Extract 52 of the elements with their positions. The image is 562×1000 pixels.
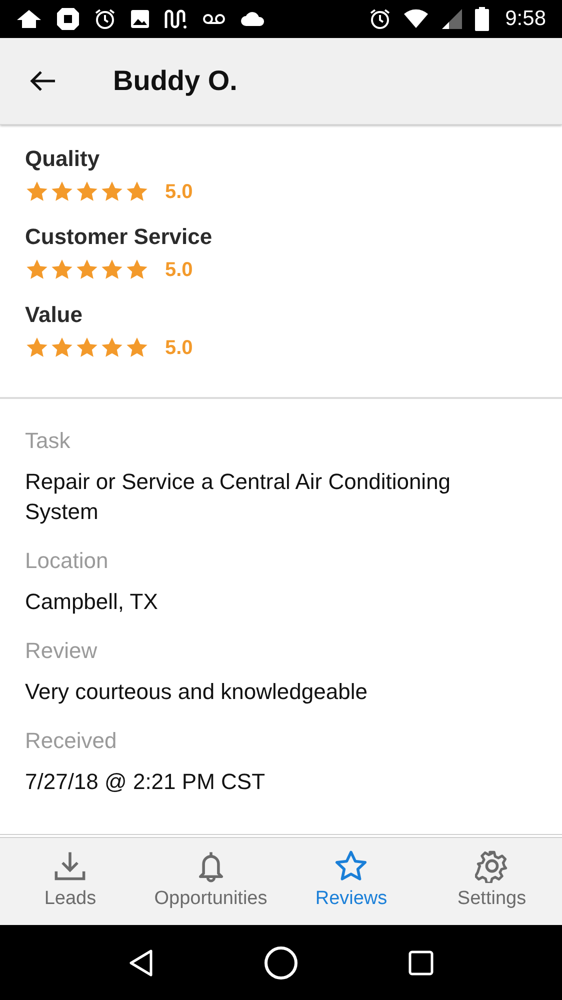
detail-label: Location — [25, 547, 110, 575]
detail-value: Repair or Service a Central Air Conditioning System — [25, 468, 452, 526]
detail-value: Campbell, TX — [25, 588, 159, 616]
page-title: Buddy O. — [113, 64, 238, 98]
battery-icon — [475, 7, 490, 31]
cloud-icon — [240, 11, 266, 27]
star-icon — [125, 258, 149, 282]
detail-value: Very courteous and knowledgeable — [25, 678, 368, 706]
star-icon — [75, 180, 99, 204]
voicemail-icon — [202, 13, 226, 25]
star-icon — [125, 336, 149, 360]
signal-icon — [441, 8, 464, 30]
detail-label: Received — [25, 727, 118, 755]
alarm-icon — [369, 8, 392, 30]
square-logo-icon — [56, 7, 80, 31]
star-icon — [50, 336, 74, 360]
star-icon — [125, 180, 149, 204]
rating-label: Value — [25, 301, 84, 329]
home-icon — [16, 9, 42, 29]
star-icon — [75, 258, 99, 282]
star-icon — [75, 336, 99, 360]
nav-tab[interactable]: Leads — [0, 838, 140, 925]
star-icon — [334, 849, 368, 884]
nav-tab[interactable]: Opportunities — [140, 838, 281, 925]
wifi-icon — [403, 9, 430, 29]
rating-score: 5.0 — [165, 336, 193, 361]
star-icon — [100, 258, 124, 282]
image-icon — [130, 9, 150, 29]
home-circle-icon[interactable] — [264, 946, 298, 980]
rating-label: Quality — [25, 145, 101, 173]
rating-score: 5.0 — [165, 258, 193, 283]
star-icon — [100, 180, 124, 204]
wave-icon — [164, 8, 188, 30]
star-icon — [100, 336, 124, 360]
star-icon — [25, 180, 49, 204]
nav-tab[interactable]: Reviews — [281, 838, 422, 925]
back-icon[interactable] — [128, 948, 154, 976]
star-icon — [50, 180, 74, 204]
recents-icon[interactable] — [408, 950, 434, 976]
clock-time: 9:58 — [505, 6, 546, 32]
star-icon — [25, 336, 49, 360]
detail-value: 7/27/18 @ 2:21 PM CST — [25, 768, 266, 796]
star-icon — [50, 258, 74, 282]
nav-tab[interactable]: Settings — [422, 838, 562, 925]
star-icon — [25, 258, 49, 282]
settings-icon — [474, 849, 509, 884]
rating-label: Customer Service — [25, 223, 214, 251]
detail-label: Task — [25, 427, 72, 455]
detail-label: Review — [25, 637, 98, 665]
back-arrow-icon — [29, 69, 57, 93]
alarm-icon — [94, 8, 116, 30]
rating-score: 5.0 — [165, 180, 193, 205]
